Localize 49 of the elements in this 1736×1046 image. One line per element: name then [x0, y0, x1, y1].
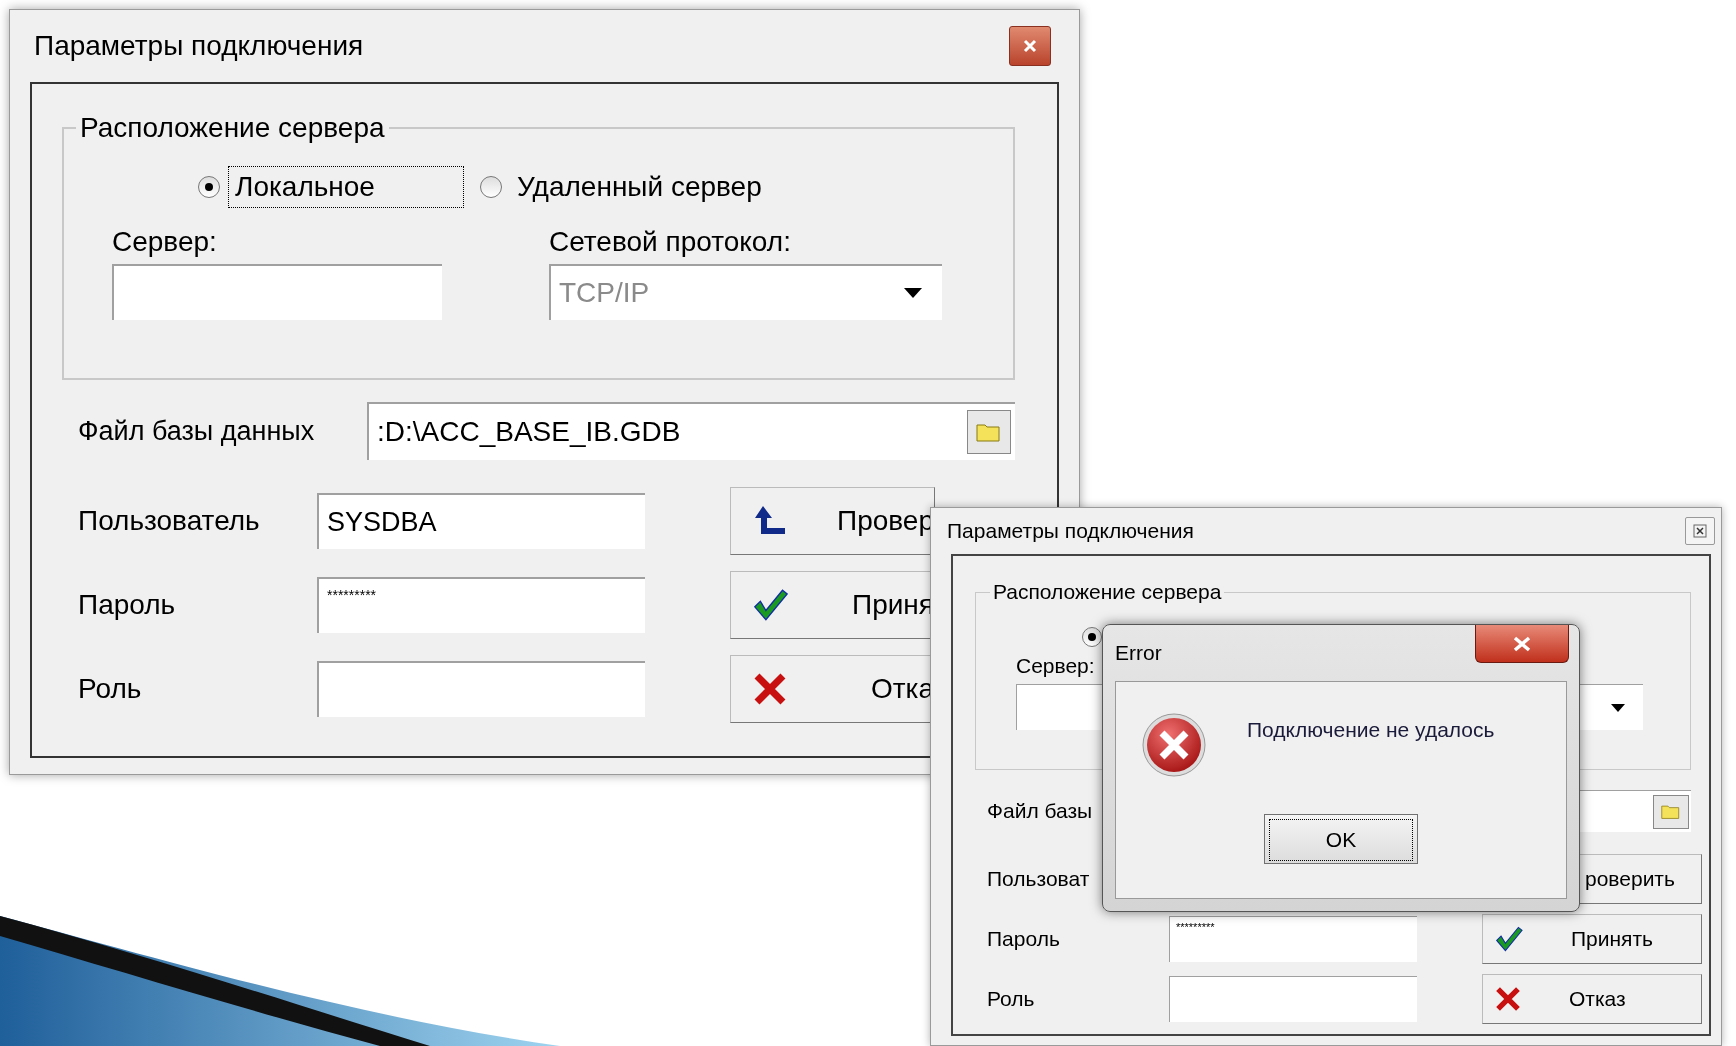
- error-icon: [1141, 712, 1207, 778]
- radio-button[interactable]: [198, 176, 220, 198]
- checkmark-icon: [753, 587, 789, 623]
- field-label: Пароль: [78, 589, 177, 621]
- cross-icon: [753, 672, 787, 706]
- radio-button[interactable]: [1082, 627, 1102, 647]
- cross-icon: [1495, 986, 1521, 1012]
- window-title: Параметры подключения: [947, 519, 1194, 543]
- radio-label[interactable]: Удаленный сервер: [510, 166, 769, 208]
- close-icon: [1693, 524, 1707, 538]
- close-button[interactable]: [1009, 26, 1051, 66]
- field-label: Пользоват: [987, 867, 1091, 891]
- close-icon: [1022, 38, 1038, 54]
- input-field[interactable]: *********: [1169, 916, 1417, 962]
- protocol-label: Сетевой протокол:: [549, 226, 792, 258]
- radio-button[interactable]: [480, 176, 502, 198]
- caret-icon: [904, 288, 922, 298]
- dialog-title: Error: [1115, 641, 1162, 665]
- browse-button[interactable]: [967, 410, 1011, 454]
- input-field[interactable]: SYSDBA: [317, 493, 645, 549]
- action-button[interactable]: Отказ: [1482, 974, 1702, 1024]
- db-file-label: Файл базы: [986, 799, 1094, 823]
- checkmark-icon: [1495, 926, 1523, 952]
- field-label: Пользователь: [78, 505, 261, 537]
- server-label: Сервер:: [1016, 654, 1096, 678]
- server-label: Сервер:: [112, 226, 218, 258]
- browse-button[interactable]: [1653, 794, 1689, 829]
- db-file-label: Файл базы данных: [77, 415, 316, 447]
- action-button[interactable]: Принять: [1482, 914, 1702, 964]
- field-label: Роль: [987, 987, 1036, 1011]
- input-field[interactable]: *********: [317, 577, 645, 633]
- field-label: Роль: [78, 673, 143, 705]
- close-icon: [1512, 635, 1532, 652]
- group-title: Расположение сервера: [79, 112, 386, 144]
- action-button[interactable]: Провер: [730, 487, 935, 555]
- close-button[interactable]: [1475, 625, 1569, 663]
- input-field[interactable]: [1169, 976, 1417, 1022]
- db-file-field[interactable]: :D:\ACC_BASE_IB.GDB: [367, 402, 1015, 460]
- server-field[interactable]: [112, 264, 442, 320]
- radio-label[interactable]: Локальное: [228, 166, 464, 208]
- caret-icon: [1611, 703, 1625, 712]
- folder-icon: [1661, 803, 1681, 820]
- ok-button[interactable]: OK: [1264, 814, 1418, 864]
- group-title: Расположение сервера: [992, 580, 1223, 604]
- error-message: Подключение не удалось: [1247, 718, 1495, 742]
- field-label: Пароль: [987, 927, 1061, 951]
- input-field[interactable]: [317, 661, 645, 717]
- folder-icon: [976, 421, 1002, 443]
- window-title: Параметры подключения: [34, 30, 364, 62]
